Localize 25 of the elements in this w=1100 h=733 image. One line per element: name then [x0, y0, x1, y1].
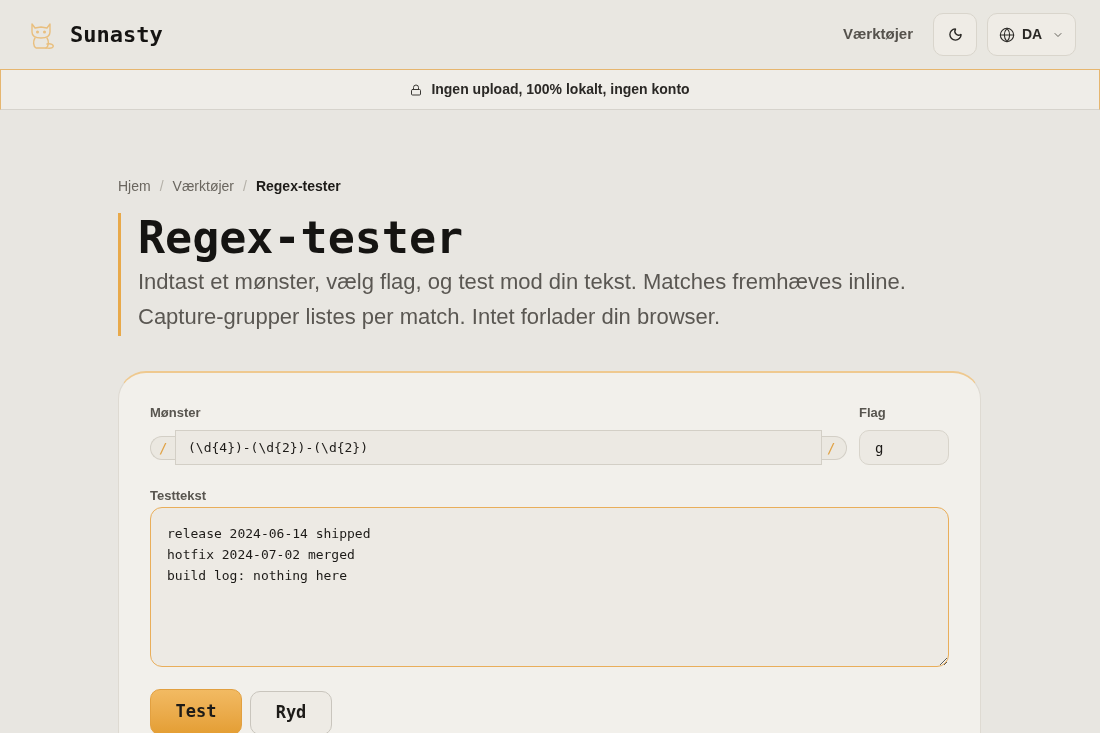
breadcrumb-separator: / — [159, 176, 164, 196]
left-delimiter: / — [150, 435, 175, 460]
flag-input[interactable]: g — [859, 430, 949, 465]
page-title: Regex-tester — [138, 213, 464, 263]
pattern-label: Mønster — [150, 404, 201, 421]
right-delimiter: / — [822, 435, 847, 460]
globe-icon — [998, 26, 1015, 43]
test-button[interactable]: Test — [150, 689, 242, 733]
theme-toggle-button[interactable] — [933, 13, 977, 56]
language-button[interactable]: DA — [987, 13, 1076, 56]
clear-button[interactable]: Ryd — [250, 691, 332, 733]
brand-name[interactable]: Sunasty — [70, 18, 163, 51]
pattern-input[interactable]: (\d{4})-(\d{2})-(\d{2}) — [175, 430, 822, 465]
banner-text: Ingen upload, 100% lokalt, ingen konto — [431, 80, 690, 99]
test-text-label: Testtekst — [150, 487, 207, 504]
breadcrumb-separator: / — [243, 176, 247, 196]
test-text-area[interactable]: release 2024-06-14 shipped hotfix 2024-07-02 merged build log: nothing here — [150, 507, 949, 667]
breadcrumb-link[interactable]: Hjem — [118, 175, 151, 197]
breadcrumb-link[interactable]: Regex-tester — [255, 175, 341, 197]
tools-nav-link[interactable]: Værktøjer — [842, 23, 913, 46]
lock-icon — [410, 83, 423, 96]
flag-label: Flag — [859, 404, 886, 421]
page-description: Indtast et mønster, vælg flag, og test mod din tekst. Matches fremhæves inline. Capture-grupper listes per match. Intet forlader din browser. — [138, 268, 907, 331]
breadcrumb-link[interactable]: Værktøjer — [172, 175, 234, 197]
moon-icon — [947, 27, 963, 42]
